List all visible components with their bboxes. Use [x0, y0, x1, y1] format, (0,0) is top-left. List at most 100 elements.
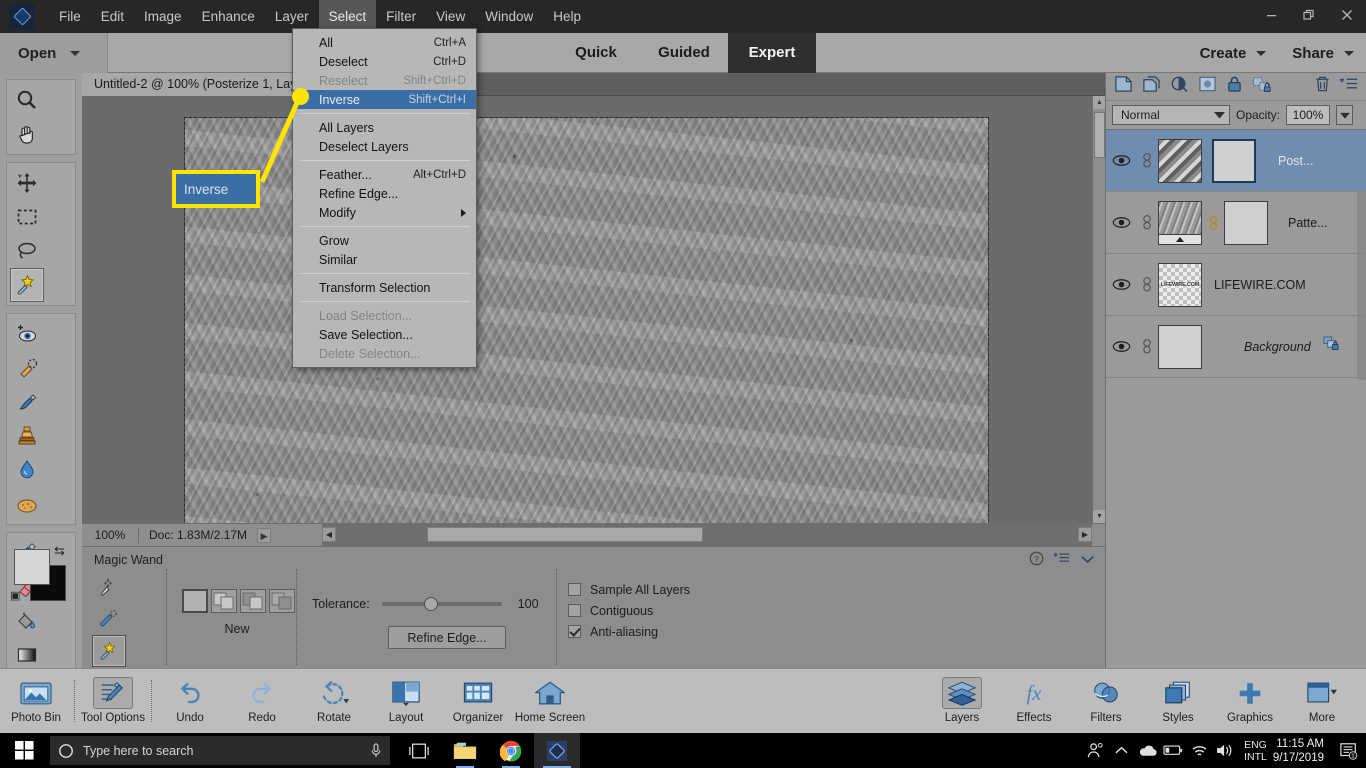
- layer-mask-thumbnail[interactable]: [1212, 138, 1256, 183]
- undo-button[interactable]: Undo: [154, 671, 226, 731]
- organizer-button[interactable]: Organizer: [442, 671, 514, 731]
- quick-selection-tool[interactable]: [92, 571, 126, 603]
- layer-link-icon[interactable]: [1136, 214, 1158, 231]
- menu-item-grow[interactable]: Grow: [293, 231, 476, 250]
- menu-item-similar[interactable]: Similar: [293, 250, 476, 269]
- clock[interactable]: 11:15 AM 9/17/2019: [1273, 737, 1324, 765]
- red-eye-removal-tool[interactable]: [10, 317, 44, 351]
- show-hidden-icons-chevron-icon[interactable]: [1108, 733, 1134, 768]
- smart-brush-tool[interactable]: [10, 385, 44, 419]
- collapse-panel-icon[interactable]: [1080, 552, 1095, 570]
- new-selection-button[interactable]: [182, 589, 208, 613]
- status-expand-icon[interactable]: ▶: [257, 527, 272, 543]
- open-button[interactable]: Open: [0, 33, 108, 73]
- intersect-selection-button[interactable]: [269, 589, 295, 613]
- panel-menu-icon[interactable]: [1339, 77, 1358, 96]
- tab-guided[interactable]: Guided: [640, 33, 728, 73]
- menu-file[interactable]: File: [49, 0, 91, 33]
- rotate-button[interactable]: Rotate: [298, 671, 370, 731]
- menu-item-all[interactable]: All Ctrl+A: [293, 33, 476, 52]
- layer-link-icon[interactable]: [1136, 276, 1158, 293]
- tolerance-value[interactable]: 100: [518, 597, 550, 611]
- checkbox-icon[interactable]: [568, 604, 581, 617]
- menu-item-inverse[interactable]: Inverse Shift+Ctrl+I: [293, 90, 476, 109]
- chrome-icon[interactable]: [488, 733, 534, 768]
- help-icon[interactable]: ?: [1029, 551, 1044, 571]
- blend-mode-select[interactable]: Normal: [1112, 105, 1230, 125]
- maximize-restore-button[interactable]: [1290, 0, 1328, 30]
- vertical-scroll-thumb[interactable]: [1094, 112, 1105, 158]
- layer-name[interactable]: Patte...: [1288, 216, 1328, 230]
- layer-mask-thumbnail[interactable]: [1224, 200, 1268, 245]
- photo-bin-button[interactable]: Photo Bin: [0, 671, 72, 731]
- layer-visibility-icon[interactable]: [1106, 154, 1136, 167]
- spot-healing-brush-tool[interactable]: [10, 351, 44, 385]
- clone-stamp-tool[interactable]: [10, 419, 44, 453]
- menu-item-all-layers[interactable]: All Layers: [293, 118, 476, 137]
- duplicate-layer-icon[interactable]: [1142, 75, 1161, 98]
- canvas-horizontal-scrollbar[interactable]: ◀ ▶: [322, 523, 1092, 546]
- subtract-from-selection-button[interactable]: [240, 589, 266, 613]
- menu-item-deselect[interactable]: Deselect Ctrl+D: [293, 52, 476, 71]
- tab-quick[interactable]: Quick: [552, 33, 640, 73]
- notification-center-icon[interactable]: 1: [1332, 733, 1366, 768]
- panel-menu-icon[interactable]: [1053, 552, 1070, 570]
- delete-layer-icon[interactable]: [1314, 75, 1331, 98]
- gradient-tool[interactable]: [10, 638, 44, 672]
- zoom-tool[interactable]: [10, 83, 44, 117]
- table-row[interactable]: LIFEWIRE.COM LIFEWIRE.COM: [1106, 254, 1366, 316]
- color-swatches[interactable]: ⇆ ▣: [10, 543, 70, 605]
- paint-bucket-tool[interactable]: [10, 604, 44, 638]
- menu-item-refine-edge[interactable]: Refine Edge...: [293, 184, 476, 203]
- file-explorer-icon[interactable]: [442, 733, 488, 768]
- layer-mask-link-icon[interactable]: [1206, 215, 1220, 231]
- volume-icon[interactable]: [1212, 733, 1238, 768]
- default-colors-icon[interactable]: ▣: [10, 589, 20, 602]
- search-input[interactable]: Type here to search: [50, 736, 390, 765]
- onedrive-cloud-icon[interactable]: [1134, 733, 1160, 768]
- checkbox-anti-aliasing[interactable]: Anti-aliasing: [568, 621, 690, 642]
- horizontal-scroll-thumb[interactable]: [427, 527, 703, 542]
- layer-thumbnail[interactable]: [1158, 324, 1202, 369]
- wifi-icon[interactable]: [1186, 733, 1212, 768]
- foreground-color-swatch[interactable]: [14, 549, 50, 585]
- swap-colors-icon[interactable]: ⇆: [54, 543, 65, 559]
- magic-wand-tool[interactable]: [10, 268, 44, 302]
- photoshop-elements-icon[interactable]: [534, 733, 580, 768]
- start-button[interactable]: [0, 733, 48, 768]
- styles-button[interactable]: Styles: [1142, 671, 1214, 731]
- graphics-button[interactable]: Graphics: [1214, 671, 1286, 731]
- rectangular-marquee-tool[interactable]: [10, 200, 44, 234]
- tool-options-button[interactable]: Tool Options: [77, 671, 149, 731]
- selection-brush-tool[interactable]: [92, 603, 126, 635]
- canvas-viewport[interactable]: [82, 96, 1092, 523]
- layer-name[interactable]: LIFEWIRE.COM: [1214, 278, 1306, 292]
- close-button[interactable]: [1328, 0, 1366, 30]
- create-button[interactable]: Create: [1200, 45, 1267, 62]
- move-tool[interactable]: [10, 166, 44, 200]
- share-button[interactable]: Share: [1292, 45, 1354, 62]
- add-to-selection-button[interactable]: [211, 589, 237, 613]
- checkbox-sample-all-layers[interactable]: Sample All Layers: [568, 579, 690, 600]
- document-tab[interactable]: Untitled-2 @ 100% (Posterize 1, Lay: [82, 73, 310, 96]
- sponge-tool[interactable]: [10, 487, 44, 521]
- layer-visibility-icon[interactable]: [1106, 216, 1136, 229]
- people-icon[interactable]: [1082, 733, 1108, 768]
- layer-name[interactable]: Background: [1244, 340, 1311, 354]
- lasso-tool[interactable]: [10, 234, 44, 268]
- hand-tool[interactable]: [10, 117, 44, 151]
- menu-edit[interactable]: Edit: [91, 0, 134, 33]
- layer-thumbnail[interactable]: [1158, 138, 1202, 183]
- refine-edge-button[interactable]: Refine Edge...: [388, 626, 506, 649]
- redo-button[interactable]: Redo: [226, 671, 298, 731]
- table-row[interactable]: Patte...: [1106, 192, 1366, 254]
- checkbox-icon[interactable]: [568, 625, 581, 638]
- checkbox-contiguous[interactable]: Contiguous: [568, 600, 690, 621]
- menu-item-modify[interactable]: Modify: [293, 203, 476, 222]
- menu-item-feather[interactable]: Feather... Alt+Ctrl+D: [293, 165, 476, 184]
- menu-enhance[interactable]: Enhance: [192, 0, 265, 33]
- layer-thumbnail[interactable]: [1158, 200, 1202, 245]
- language-indicator[interactable]: ENG INTL: [1244, 739, 1267, 763]
- effects-button[interactable]: fx Effects: [998, 671, 1070, 731]
- scroll-right-icon[interactable]: ▶: [1078, 527, 1092, 542]
